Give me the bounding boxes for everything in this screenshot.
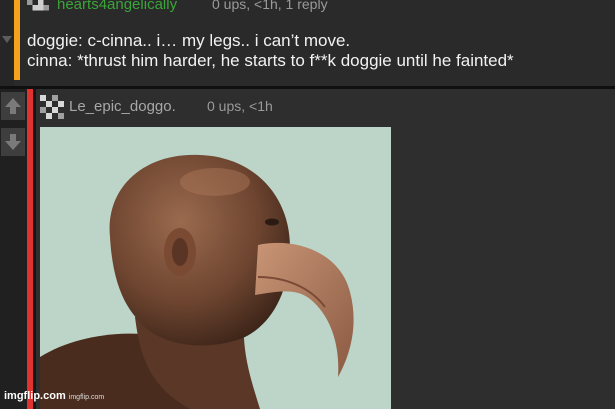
comment-line: cinna: *thrust him harder, he starts to … [27, 51, 514, 70]
downvote-button[interactable] [1, 128, 25, 156]
pixel-avatar-icon[interactable] [27, 0, 49, 16]
comment-meta: 0 ups, <1h [207, 98, 273, 114]
thread-bar [14, 0, 20, 80]
pixel-avatar-icon[interactable] [40, 95, 64, 119]
upvote-arrow-icon [5, 98, 21, 114]
watermark-sub: imgflip.com [68, 394, 105, 401]
comment-username[interactable]: Le_epic_doggo. [69, 98, 176, 115]
comment-body: doggie: c-cinna.. i… my legs.. i can’t m… [27, 31, 514, 71]
watermark-main: imgflip.com [4, 390, 66, 402]
upvote-button[interactable] [1, 92, 25, 120]
watermark: imgflip.com imgflip.com [4, 390, 104, 402]
comment-hearts4angelically: hearts4angelically 0 ups, <1h, 1 reply d… [0, 0, 615, 86]
vote-column [0, 0, 14, 86]
downvote-arrow-icon[interactable] [2, 36, 12, 43]
downvote-arrow-icon [5, 134, 21, 150]
comment-line: doggie: c-cinna.. i… my legs.. i can’t m… [27, 31, 351, 50]
comment-le-epic-doggo: Le_epic_doggo. 0 ups, <1h [0, 89, 615, 409]
vote-column [0, 89, 27, 409]
comment-username[interactable]: hearts4angelically [57, 0, 177, 13]
meme-image[interactable] [40, 127, 391, 409]
thread-bar-shadow [33, 89, 36, 409]
comment-meta: 0 ups, <1h, 1 reply [212, 0, 328, 12]
